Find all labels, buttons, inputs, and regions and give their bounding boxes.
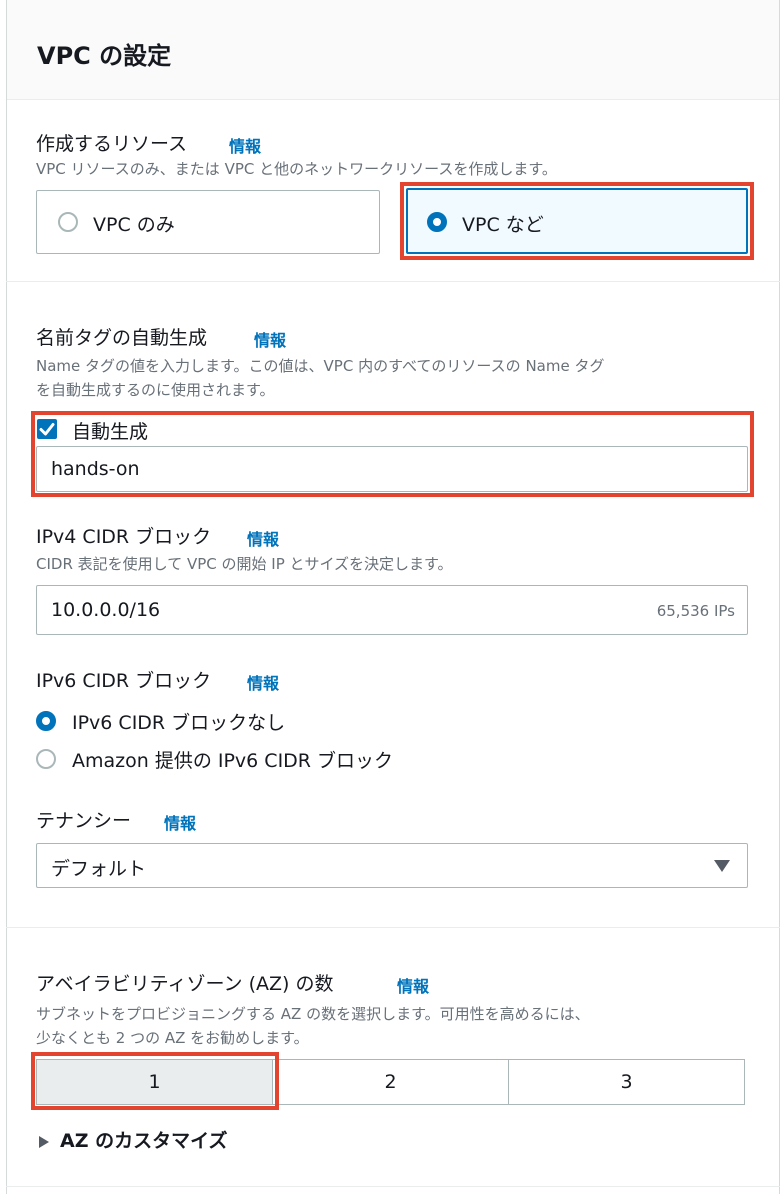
panel-title: VPC の設定 (37, 42, 172, 70)
name-tag-label: 名前タグの自動生成 (36, 327, 208, 349)
name-tag-description-line1: Name タグの値を入力します。この値は、VPC 内のすべてのリソースの Nam… (36, 357, 605, 375)
ipv4-info-link[interactable]: 情報 (247, 526, 279, 550)
tenancy-label: テナンシー (36, 810, 132, 832)
tenancy-info-link[interactable]: 情報 (164, 810, 196, 834)
az-description-line2: 少なくとも 2 つの AZ をお勧めします。 (36, 1029, 309, 1047)
section-divider-az (6, 927, 780, 928)
ipv6-option-none-label: IPv6 CIDR ブロックなし (72, 712, 286, 734)
name-tag-info-link[interactable]: 情報 (254, 327, 286, 351)
az-description-line1: サブネットをプロビジョニングする AZ の数を選択します。可用性を高めるには、 (36, 1005, 590, 1023)
ipv4-cidr-value: 10.0.0.0/16 (51, 599, 161, 621)
az-label: アベイラビリティゾーン (AZ) の数 (36, 973, 334, 995)
caret-down-icon (714, 860, 730, 872)
resources-info-link[interactable]: 情報 (229, 133, 261, 157)
section-divider (6, 281, 780, 282)
ipv4-ip-count: 65,536 IPs (656, 602, 735, 620)
caret-right-icon (39, 1135, 49, 1148)
resource-option-vpc-only-label: VPC のみ (93, 214, 175, 236)
ipv4-cidr-input[interactable]: 10.0.0.0/16 65,536 IPs (36, 585, 748, 635)
highlight-vpc-and-more (400, 182, 754, 260)
ipv6-label: IPv6 CIDR ブロック (36, 670, 212, 692)
radio-ipv6-amazon[interactable] (36, 749, 56, 769)
radio-vpc-only[interactable] (58, 212, 78, 232)
tenancy-select[interactable]: デフォルト (36, 843, 748, 888)
highlight-az-1 (31, 1052, 279, 1110)
radio-ipv6-none[interactable] (36, 711, 56, 731)
name-tag-description-line2: を自動生成するのに使用されます。 (36, 381, 275, 399)
ipv6-info-link[interactable]: 情報 (247, 670, 279, 694)
resources-label: 作成するリソース (36, 133, 188, 155)
panel-header: VPC の設定 (7, 0, 779, 100)
az-option-3[interactable]: 3 (508, 1059, 745, 1105)
ipv4-description: CIDR 表記を使用して VPC の開始 IP とサイズを決定します。 (36, 555, 453, 573)
resource-option-vpc-only[interactable]: VPC のみ (36, 190, 380, 254)
az-info-link[interactable]: 情報 (397, 973, 429, 997)
section-divider-bottom (6, 1186, 780, 1187)
az-customize-toggle[interactable]: AZ のカスタマイズ (38, 1126, 228, 1153)
highlight-name-tag (31, 411, 754, 497)
resources-description: VPC リソースのみ、または VPC と他のネットワークリソースを作成します。 (36, 160, 557, 178)
tenancy-select-value: デフォルト (51, 858, 147, 880)
ipv6-option-amazon-label: Amazon 提供の IPv6 CIDR ブロック (72, 750, 394, 772)
az-customize-label: AZ のカスタマイズ (60, 1130, 228, 1152)
ipv4-label: IPv4 CIDR ブロック (36, 526, 212, 548)
az-option-2[interactable]: 2 (272, 1059, 509, 1105)
